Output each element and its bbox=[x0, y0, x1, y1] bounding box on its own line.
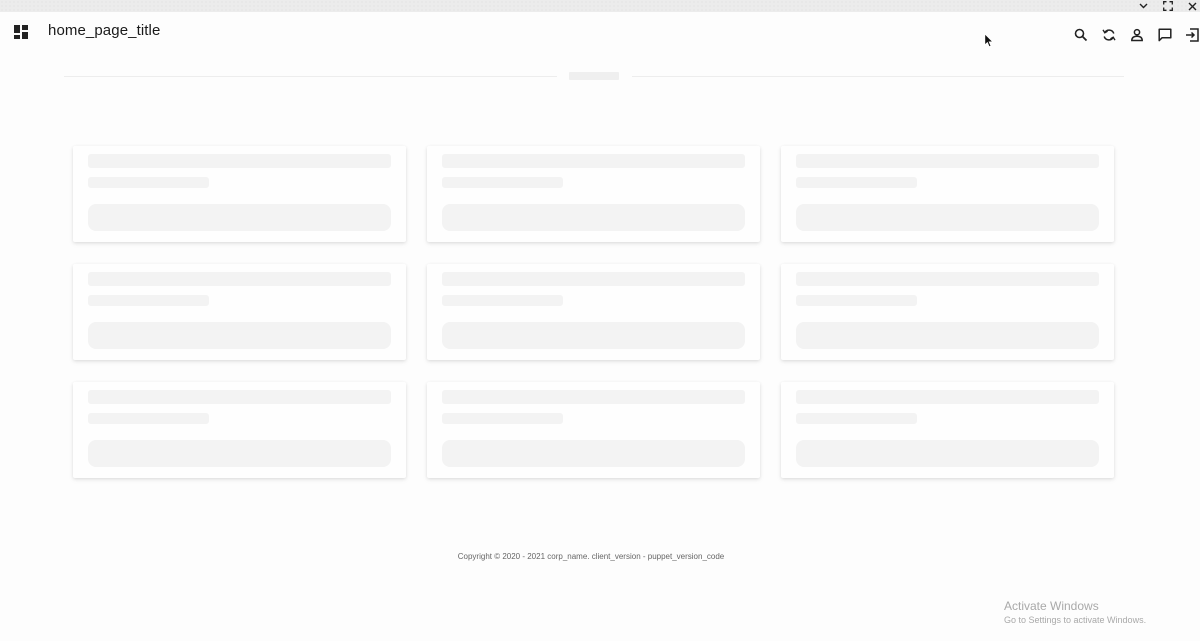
app-header: home_page_title bbox=[0, 12, 1200, 56]
mouse-cursor-icon bbox=[984, 32, 994, 53]
skeleton-subtitle bbox=[442, 413, 563, 424]
skeleton-button bbox=[796, 322, 1099, 349]
skeleton-card bbox=[73, 382, 406, 478]
app-window: home_page_title Copyright © 2020 - 2021 … bbox=[0, 0, 1200, 641]
page-title: home_page_title bbox=[48, 22, 161, 39]
refresh-icon[interactable] bbox=[1098, 24, 1120, 46]
close-icon[interactable] bbox=[1184, 0, 1200, 12]
skeleton-title bbox=[796, 154, 1099, 168]
user-icon[interactable] bbox=[1126, 24, 1148, 46]
skeleton-title bbox=[88, 390, 391, 404]
skeleton-subtitle bbox=[88, 413, 209, 424]
skeleton-card bbox=[781, 382, 1114, 478]
copyright-footer: Copyright © 2020 - 2021 corp_name. clien… bbox=[457, 552, 725, 561]
skeleton-button bbox=[88, 440, 391, 467]
skeleton-subtitle bbox=[442, 177, 563, 188]
skeleton-subtitle bbox=[796, 295, 917, 306]
skeleton-subtitle bbox=[796, 413, 917, 424]
divider-left bbox=[64, 76, 557, 77]
divider-placeholder bbox=[569, 72, 619, 80]
skeleton-button bbox=[796, 440, 1099, 467]
skeleton-card bbox=[427, 264, 760, 360]
skeleton-subtitle bbox=[88, 177, 209, 188]
skeleton-card bbox=[781, 146, 1114, 242]
divider-right bbox=[632, 76, 1124, 77]
fullscreen-icon[interactable] bbox=[1160, 0, 1176, 12]
skeleton-subtitle bbox=[88, 295, 209, 306]
skeleton-title bbox=[796, 272, 1099, 286]
skeleton-button bbox=[88, 204, 391, 231]
skeleton-button bbox=[442, 204, 745, 231]
skeleton-card bbox=[73, 146, 406, 242]
skeleton-title bbox=[88, 154, 391, 168]
activation-subtitle: Go to Settings to activate Windows. bbox=[1004, 615, 1147, 625]
skeleton-card bbox=[427, 146, 760, 242]
window-chrome bbox=[0, 0, 1200, 12]
skeleton-title bbox=[442, 154, 745, 168]
skeleton-card bbox=[73, 264, 406, 360]
skeleton-title bbox=[442, 272, 745, 286]
search-icon[interactable] bbox=[1070, 24, 1092, 46]
skeleton-button bbox=[796, 204, 1099, 231]
skeleton-title bbox=[796, 390, 1099, 404]
skeleton-card bbox=[781, 264, 1114, 360]
skeleton-subtitle bbox=[442, 295, 563, 306]
skeleton-button bbox=[442, 440, 745, 467]
skeleton-subtitle bbox=[796, 177, 917, 188]
activation-title: Activate Windows bbox=[1004, 599, 1099, 613]
skeleton-card bbox=[427, 382, 760, 478]
skeleton-button bbox=[442, 322, 745, 349]
skeleton-title bbox=[442, 390, 745, 404]
chat-icon[interactable] bbox=[1154, 24, 1176, 46]
dashboard-icon[interactable] bbox=[14, 25, 28, 39]
activation-watermark: Activate Windows Go to Settings to activ… bbox=[1004, 599, 1146, 625]
skeleton-title bbox=[88, 272, 391, 286]
skeleton-button bbox=[88, 322, 391, 349]
chevron-down-icon[interactable] bbox=[1135, 0, 1151, 12]
logout-icon[interactable] bbox=[1181, 24, 1200, 46]
